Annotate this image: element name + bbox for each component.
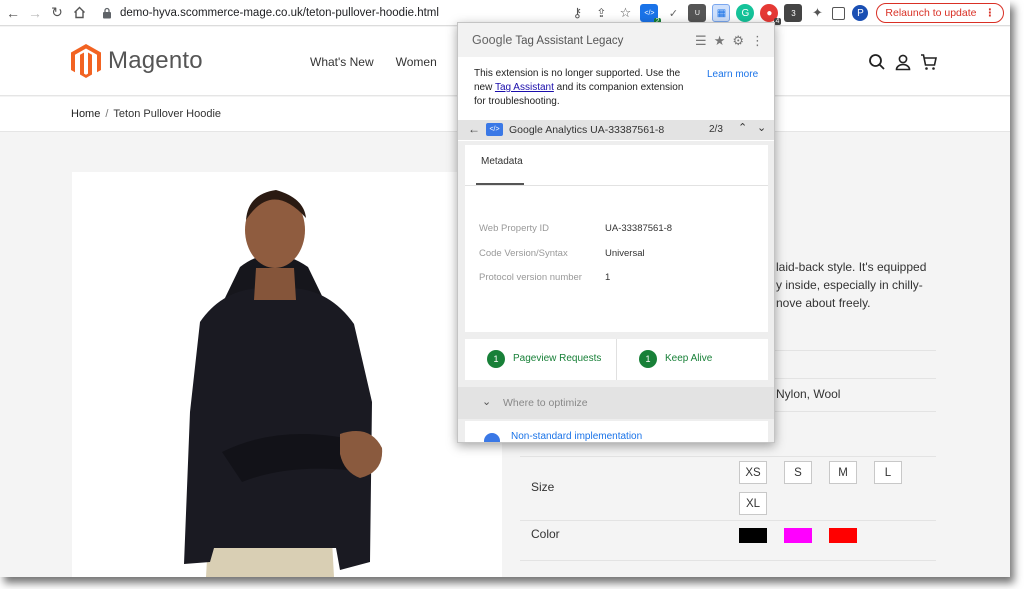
keep-alive-item[interactable]: 1 Keep Alive (616, 339, 767, 380)
info-icon (484, 433, 500, 442)
description-line: y inside, especially in chilly- (776, 278, 923, 292)
tag-code-icon: </> (486, 123, 503, 136)
count-label: Keep Alive (665, 353, 713, 364)
popup-header: Google Tag Assistant Legacy ☰ ★ ⚙ ⋮ (458, 23, 774, 57)
extension-badge-icon[interactable]: 3 (784, 4, 803, 22)
size-option-s[interactable]: S (784, 461, 812, 484)
pageview-requests-item[interactable]: 1 Pageview Requests (465, 339, 616, 380)
share-icon[interactable]: ⇪ (592, 4, 610, 22)
red-extension-icon[interactable]: ● 4 (760, 4, 782, 25)
section-label: Where to optimize (503, 397, 588, 409)
account-icon[interactable] (894, 53, 912, 71)
color-swatch-magenta[interactable] (784, 528, 812, 543)
description-line: laid-back style. It's equipped (776, 260, 927, 274)
tag-navigation-bar: ← </> Google Analytics UA-33387561-8 2/3… (458, 120, 774, 140)
metadata-key: Web Property ID (479, 223, 550, 234)
star-icon[interactable]: ★ (714, 33, 726, 49)
relaunch-to-update-button[interactable]: Relaunch to update ⋮ (876, 3, 1004, 23)
tag-assistant-extension-icon[interactable]: ▦ (712, 4, 731, 22)
grammarly-extension-icon[interactable]: G (736, 4, 755, 22)
back-icon[interactable]: ← (2, 2, 24, 24)
more-vert-icon[interactable]: ⋮ (751, 33, 764, 49)
size-option-l[interactable]: L (874, 461, 902, 484)
metadata-value: UA-33387561-8 (605, 223, 673, 234)
count-badge: 1 (639, 350, 657, 368)
nonstandard-implementation-item[interactable]: Non-standard implementation (465, 421, 768, 442)
tag-position: 2/3 (709, 124, 723, 135)
count-label: Pageview Requests (513, 353, 602, 364)
magento-logo-icon (71, 44, 101, 78)
popup-actions: ☰ ★ ⚙ ⋮ (688, 33, 764, 49)
notice-text: This extension is no longer supported. U… (474, 67, 696, 109)
learn-more-link[interactable]: Learn more (707, 69, 758, 80)
more-menu-icon[interactable]: ⋮ (985, 7, 996, 19)
home-icon[interactable] (68, 2, 90, 24)
breadcrumb-separator: / (105, 108, 109, 120)
description-line: nove about freely. (776, 296, 871, 310)
detail-divider (520, 520, 936, 521)
metadata-value: Universal (605, 248, 645, 259)
color-swatch-red[interactable] (829, 528, 857, 543)
count-badge: 1 (487, 350, 505, 368)
browser-window: ← → ↻ demo-hyva.scommerce-mage.co.uk/tet… (0, 0, 1010, 577)
chevron-up-icon[interactable]: ⌃ (738, 121, 747, 134)
google-wordmark: Google (472, 33, 513, 47)
sidebar-icon[interactable] (832, 6, 846, 20)
breadcrumb: Home / Teton Pullover Hoodie (71, 108, 221, 120)
lock-icon (103, 7, 111, 19)
header-actions (868, 53, 946, 71)
logo-text: Magento (108, 47, 203, 74)
tag-name: Google Analytics UA-33387561-8 (509, 124, 665, 136)
relaunch-label: Relaunch to update (885, 7, 977, 19)
address-bar[interactable]: demo-hyva.scommerce-mage.co.uk/teton-pul… (102, 4, 439, 22)
puzzle-extensions-icon[interactable]: ✦ (808, 4, 826, 22)
chevron-down-icon: ⌄ (482, 396, 492, 408)
metadata-key: Code Version/Syntax (479, 248, 568, 259)
search-icon[interactable] (868, 53, 886, 71)
request-counts: 1 Pageview Requests 1 Keep Alive (465, 339, 768, 380)
magento-logo[interactable]: Magento (70, 43, 203, 79)
material-value: Nylon, Wool (776, 387, 841, 401)
detail-divider (520, 456, 936, 457)
detail-divider (520, 560, 936, 561)
size-label: Size (531, 480, 555, 494)
filter-icon[interactable]: ☰ (695, 33, 707, 49)
size-option-m[interactable]: M (829, 461, 857, 484)
color-swatch-black[interactable] (739, 528, 767, 543)
shield-extension-icon[interactable]: U (688, 4, 707, 22)
cart-icon[interactable] (920, 53, 938, 71)
metadata-key: Protocol version number (479, 272, 582, 283)
checkmark-extension-icon[interactable]: ✓ (664, 4, 682, 22)
size-option-xs[interactable]: XS (739, 461, 767, 484)
url-text: demo-hyva.scommerce-mage.co.uk/teton-pul… (120, 7, 439, 19)
nav-item-whats-new[interactable]: What's New (310, 55, 374, 69)
where-to-optimize-section[interactable]: ⌄ Where to optimize (458, 387, 774, 419)
forward-icon[interactable]: → (24, 2, 46, 24)
reload-icon[interactable]: ↻ (46, 2, 68, 24)
tag-assistant-popup: Google Tag Assistant Legacy ☰ ★ ⚙ ⋮ This… (457, 22, 775, 443)
product-image[interactable] (72, 172, 502, 577)
breadcrumb-current: Teton Pullover Hoodie (113, 108, 222, 120)
product-photo-hoodie-model (72, 172, 502, 577)
breadcrumb-home-link[interactable]: Home (71, 108, 100, 120)
metadata-value: 1 (605, 272, 611, 283)
key-icon[interactable]: ⚷ (568, 4, 586, 22)
color-label: Color (531, 527, 560, 541)
size-option-xl[interactable]: XL (739, 492, 767, 515)
tab-divider (465, 185, 768, 186)
star-icon[interactable]: ☆ (616, 4, 634, 22)
gear-icon[interactable]: ⚙ (732, 33, 744, 49)
product-description: laid-back style. It's equipped y inside,… (776, 258, 926, 312)
popup-title-text: Tag Assistant Legacy (515, 35, 624, 47)
back-arrow-icon[interactable]: ← (468, 122, 480, 136)
tab-metadata[interactable]: Metadata (481, 156, 523, 167)
issue-label: Non-standard implementation (511, 431, 643, 442)
metadata-card: Metadata Web Property ID UA-33387561-8 C… (465, 145, 768, 332)
tag-assistant-link[interactable]: Tag Assistant (495, 82, 554, 93)
profile-avatar[interactable]: P (852, 5, 869, 21)
popup-title: Google Tag Assistant Legacy (472, 33, 623, 47)
code-extension-icon[interactable]: </>2 (640, 4, 662, 25)
chevron-down-icon[interactable]: ⌄ (757, 121, 766, 134)
nav-item-women[interactable]: Women (396, 55, 437, 69)
